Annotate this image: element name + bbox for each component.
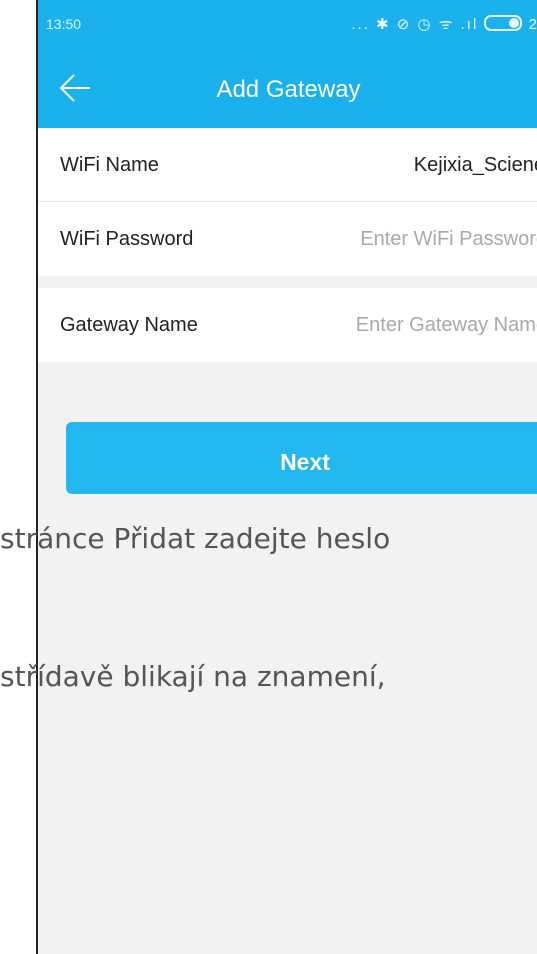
- status-icons: ... ✱ ⊘ ◷ ᯤ .ıl 2: [351, 14, 537, 34]
- gateway-settings-group: Gateway Name: [38, 288, 537, 362]
- page-title: Add Gateway: [216, 76, 361, 103]
- phone-screen: 13:50 ... ✱ ⊘ ◷ ᯤ .ıl 2 Add Gateway WiFi…: [36, 0, 537, 954]
- gateway-name-input[interactable]: [317, 308, 537, 342]
- battery-text: 2: [529, 16, 537, 33]
- wifi-password-input[interactable]: [317, 222, 537, 256]
- app-bar: Add Gateway: [38, 46, 537, 128]
- wifi-name-label: WiFi Name: [60, 154, 159, 176]
- back-button[interactable]: [58, 68, 102, 108]
- wifi-settings-group: WiFi Name Kejixia_Sciene WiFi Password: [38, 128, 537, 276]
- gateway-name-label: Gateway Name: [60, 314, 198, 336]
- status-time: 13:50: [46, 16, 82, 32]
- status-icons-text: ... ✱ ⊘ ◷ ᯤ .ıl: [351, 16, 479, 33]
- arrow-left-icon: [59, 74, 90, 102]
- next-button[interactable]: Next: [66, 422, 537, 494]
- status-bar: 13:50 ... ✱ ⊘ ◷ ᯤ .ıl 2: [38, 0, 537, 46]
- wifi-password-row: WiFi Password: [38, 202, 537, 276]
- gateway-name-row: Gateway Name: [38, 288, 537, 362]
- wifi-name-row: WiFi Name Kejixia_Sciene: [38, 128, 537, 202]
- wifi-password-label: WiFi Password: [60, 228, 194, 250]
- wifi-name-value[interactable]: Kejixia_Sciene: [414, 128, 537, 202]
- document-text-line-2: střídavě blikají na znamení,: [0, 660, 386, 693]
- battery-icon: [484, 15, 523, 31]
- document-text-line-1: stránce Přidat zadejte heslo: [0, 522, 391, 555]
